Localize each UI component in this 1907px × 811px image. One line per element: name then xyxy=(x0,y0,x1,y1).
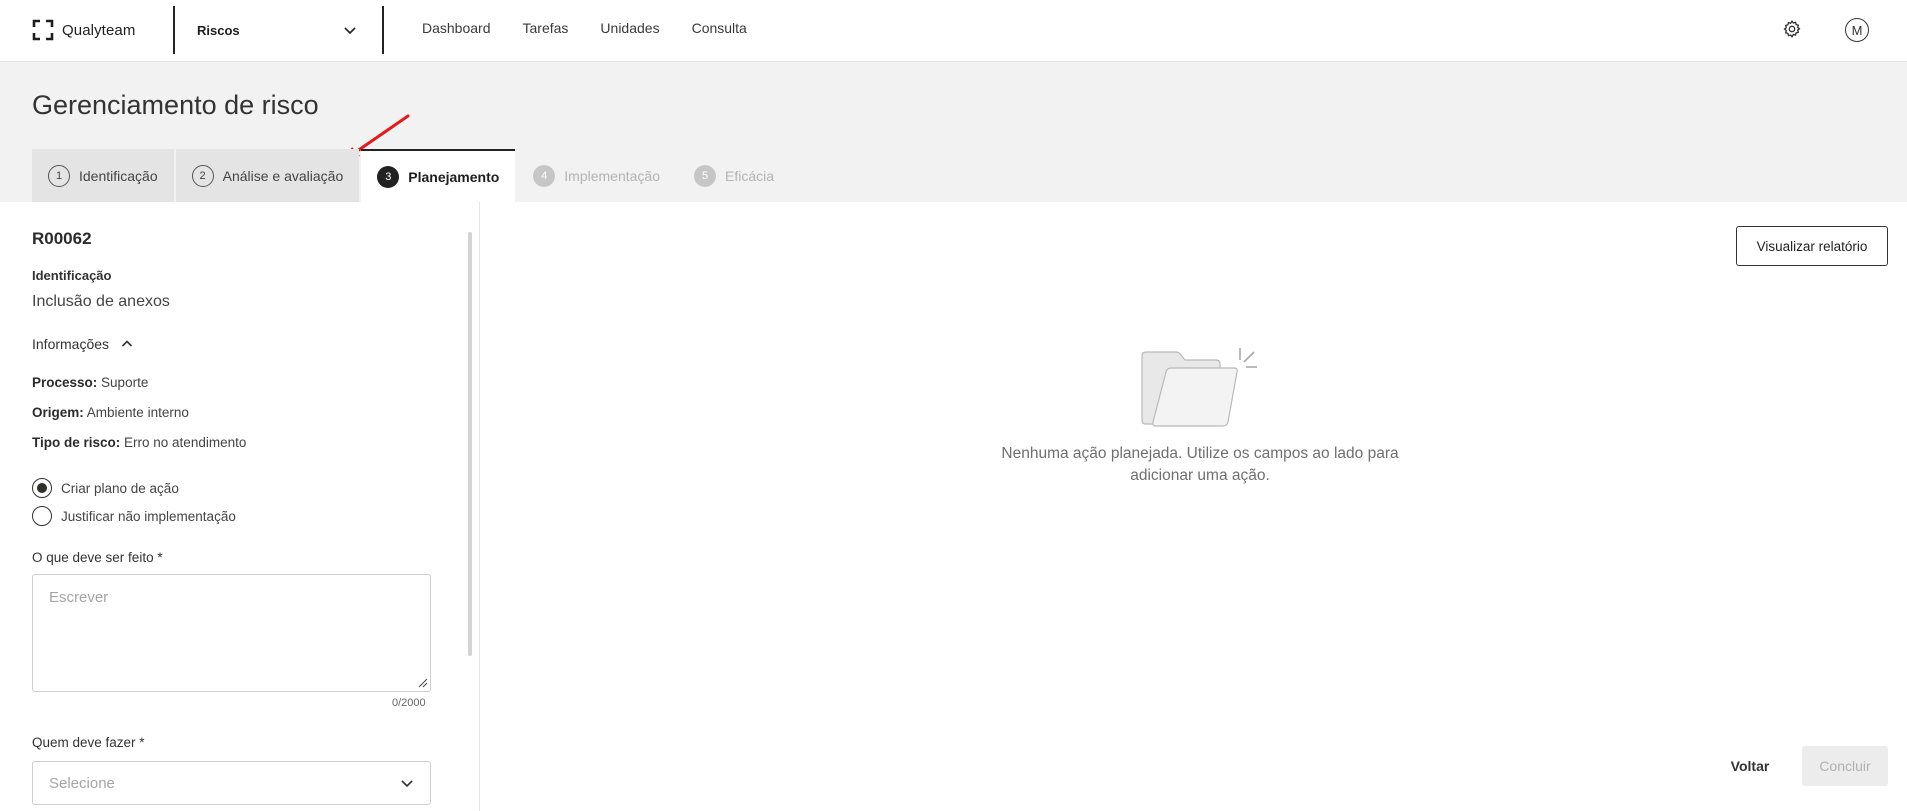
radio-criar-plano[interactable]: Criar plano de ação xyxy=(32,478,179,498)
view-report-button[interactable]: Visualizar relatório xyxy=(1736,226,1888,266)
step-label: Planejamento xyxy=(408,168,500,185)
what-textarea[interactable] xyxy=(32,574,431,692)
avatar[interactable]: M xyxy=(1845,18,1869,42)
who-field-label: Quem deve fazer * xyxy=(32,735,145,750)
module-selector-label: Riscos xyxy=(197,22,240,38)
step-number: 4 xyxy=(533,164,556,187)
what-field-label: O que deve ser feito * xyxy=(32,550,163,565)
scrollbar[interactable] xyxy=(468,232,472,656)
main-nav: Dashboard Tarefas Unidades Consulta xyxy=(422,20,747,36)
module-selector[interactable]: Riscos xyxy=(197,20,357,40)
radio-unselected-icon xyxy=(32,506,52,526)
step-number: 1 xyxy=(48,164,70,187)
identification-label: Identificação xyxy=(32,268,112,283)
page-title: Gerenciamento de risco xyxy=(32,90,319,120)
divider xyxy=(382,6,384,54)
step-number: 2 xyxy=(191,164,214,187)
who-select[interactable]: Selecione xyxy=(32,761,431,805)
identification-value: Inclusão de anexos xyxy=(32,293,170,310)
brand-logo[interactable]: Qualyteam xyxy=(32,17,135,43)
risk-code: R00062 xyxy=(32,229,92,248)
finish-button: Concluir xyxy=(1802,746,1888,786)
info-label: Origem: xyxy=(32,405,84,420)
empty-state-message: Nenhuma ação planejada. Utilize os campo… xyxy=(1001,445,1399,484)
radio-justificar[interactable]: Justificar não implementação xyxy=(32,506,236,526)
chevron-up-icon xyxy=(121,340,133,347)
info-label: Tipo de risco: xyxy=(32,435,121,450)
radio-label: Justificar não implementação xyxy=(61,508,236,524)
info-value: Erro no atendimento xyxy=(124,435,247,450)
radio-selected-icon xyxy=(32,478,52,498)
brand-name: Qualyteam xyxy=(62,21,136,39)
stepper: 1 Identificação 2 Análise e avaliação 3 … xyxy=(32,149,792,202)
step-number: 3 xyxy=(377,165,400,188)
nav-unidades[interactable]: Unidades xyxy=(600,20,659,36)
gear-icon[interactable] xyxy=(1782,19,1802,39)
chevron-down-icon xyxy=(401,780,413,788)
step-label: Eficácia xyxy=(725,167,775,184)
radio-label: Criar plano de ação xyxy=(61,480,179,496)
page-header: Gerenciamento de risco 1 Identificação 2… xyxy=(0,62,1907,202)
info-processo: Processo: Suporte xyxy=(32,375,148,390)
divider xyxy=(173,6,175,54)
nav-consulta[interactable]: Consulta xyxy=(692,20,747,36)
info-label: Processo: xyxy=(32,375,98,390)
info-value: Ambiente interno xyxy=(86,405,189,420)
step-label: Análise e avaliação xyxy=(222,167,344,184)
step-planejamento[interactable]: 3 Planejamento xyxy=(361,149,516,202)
info-tipo-risco: Tipo de risco: Erro no atendimento xyxy=(32,435,246,450)
nav-dashboard[interactable]: Dashboard xyxy=(422,20,491,36)
step-label: Identificação xyxy=(79,167,158,184)
step-implementacao: 4 Implementação xyxy=(517,149,676,202)
step-identificacao[interactable]: 1 Identificação xyxy=(32,149,174,202)
step-number: 5 xyxy=(694,164,716,187)
step-analise-avaliacao[interactable]: 2 Análise e avaliação xyxy=(175,149,360,202)
empty-folder-icon xyxy=(1141,348,1257,427)
brand-logo-icon xyxy=(32,19,54,41)
info-toggle[interactable]: Informações xyxy=(32,336,133,352)
nav-tarefas[interactable]: Tarefas xyxy=(523,20,569,36)
info-toggle-label: Informações xyxy=(32,336,110,352)
back-button[interactable]: Voltar xyxy=(1712,746,1788,786)
info-origem: Origem: Ambiente interno xyxy=(32,405,189,420)
planning-form-panel: R00062 Identificação Inclusão de anexos … xyxy=(0,202,480,811)
chevron-down-icon xyxy=(344,27,356,35)
who-select-placeholder: Selecione xyxy=(49,774,115,792)
top-navigation-bar: Qualyteam Riscos Dashboard Tarefas Unida… xyxy=(0,0,1907,62)
info-value: Suporte xyxy=(101,375,149,390)
char-counter: 0/2000 xyxy=(392,697,426,709)
step-eficacia: 5 Eficácia xyxy=(678,149,790,202)
step-label: Implementação xyxy=(564,167,660,184)
resize-handle-icon[interactable] xyxy=(418,678,428,688)
